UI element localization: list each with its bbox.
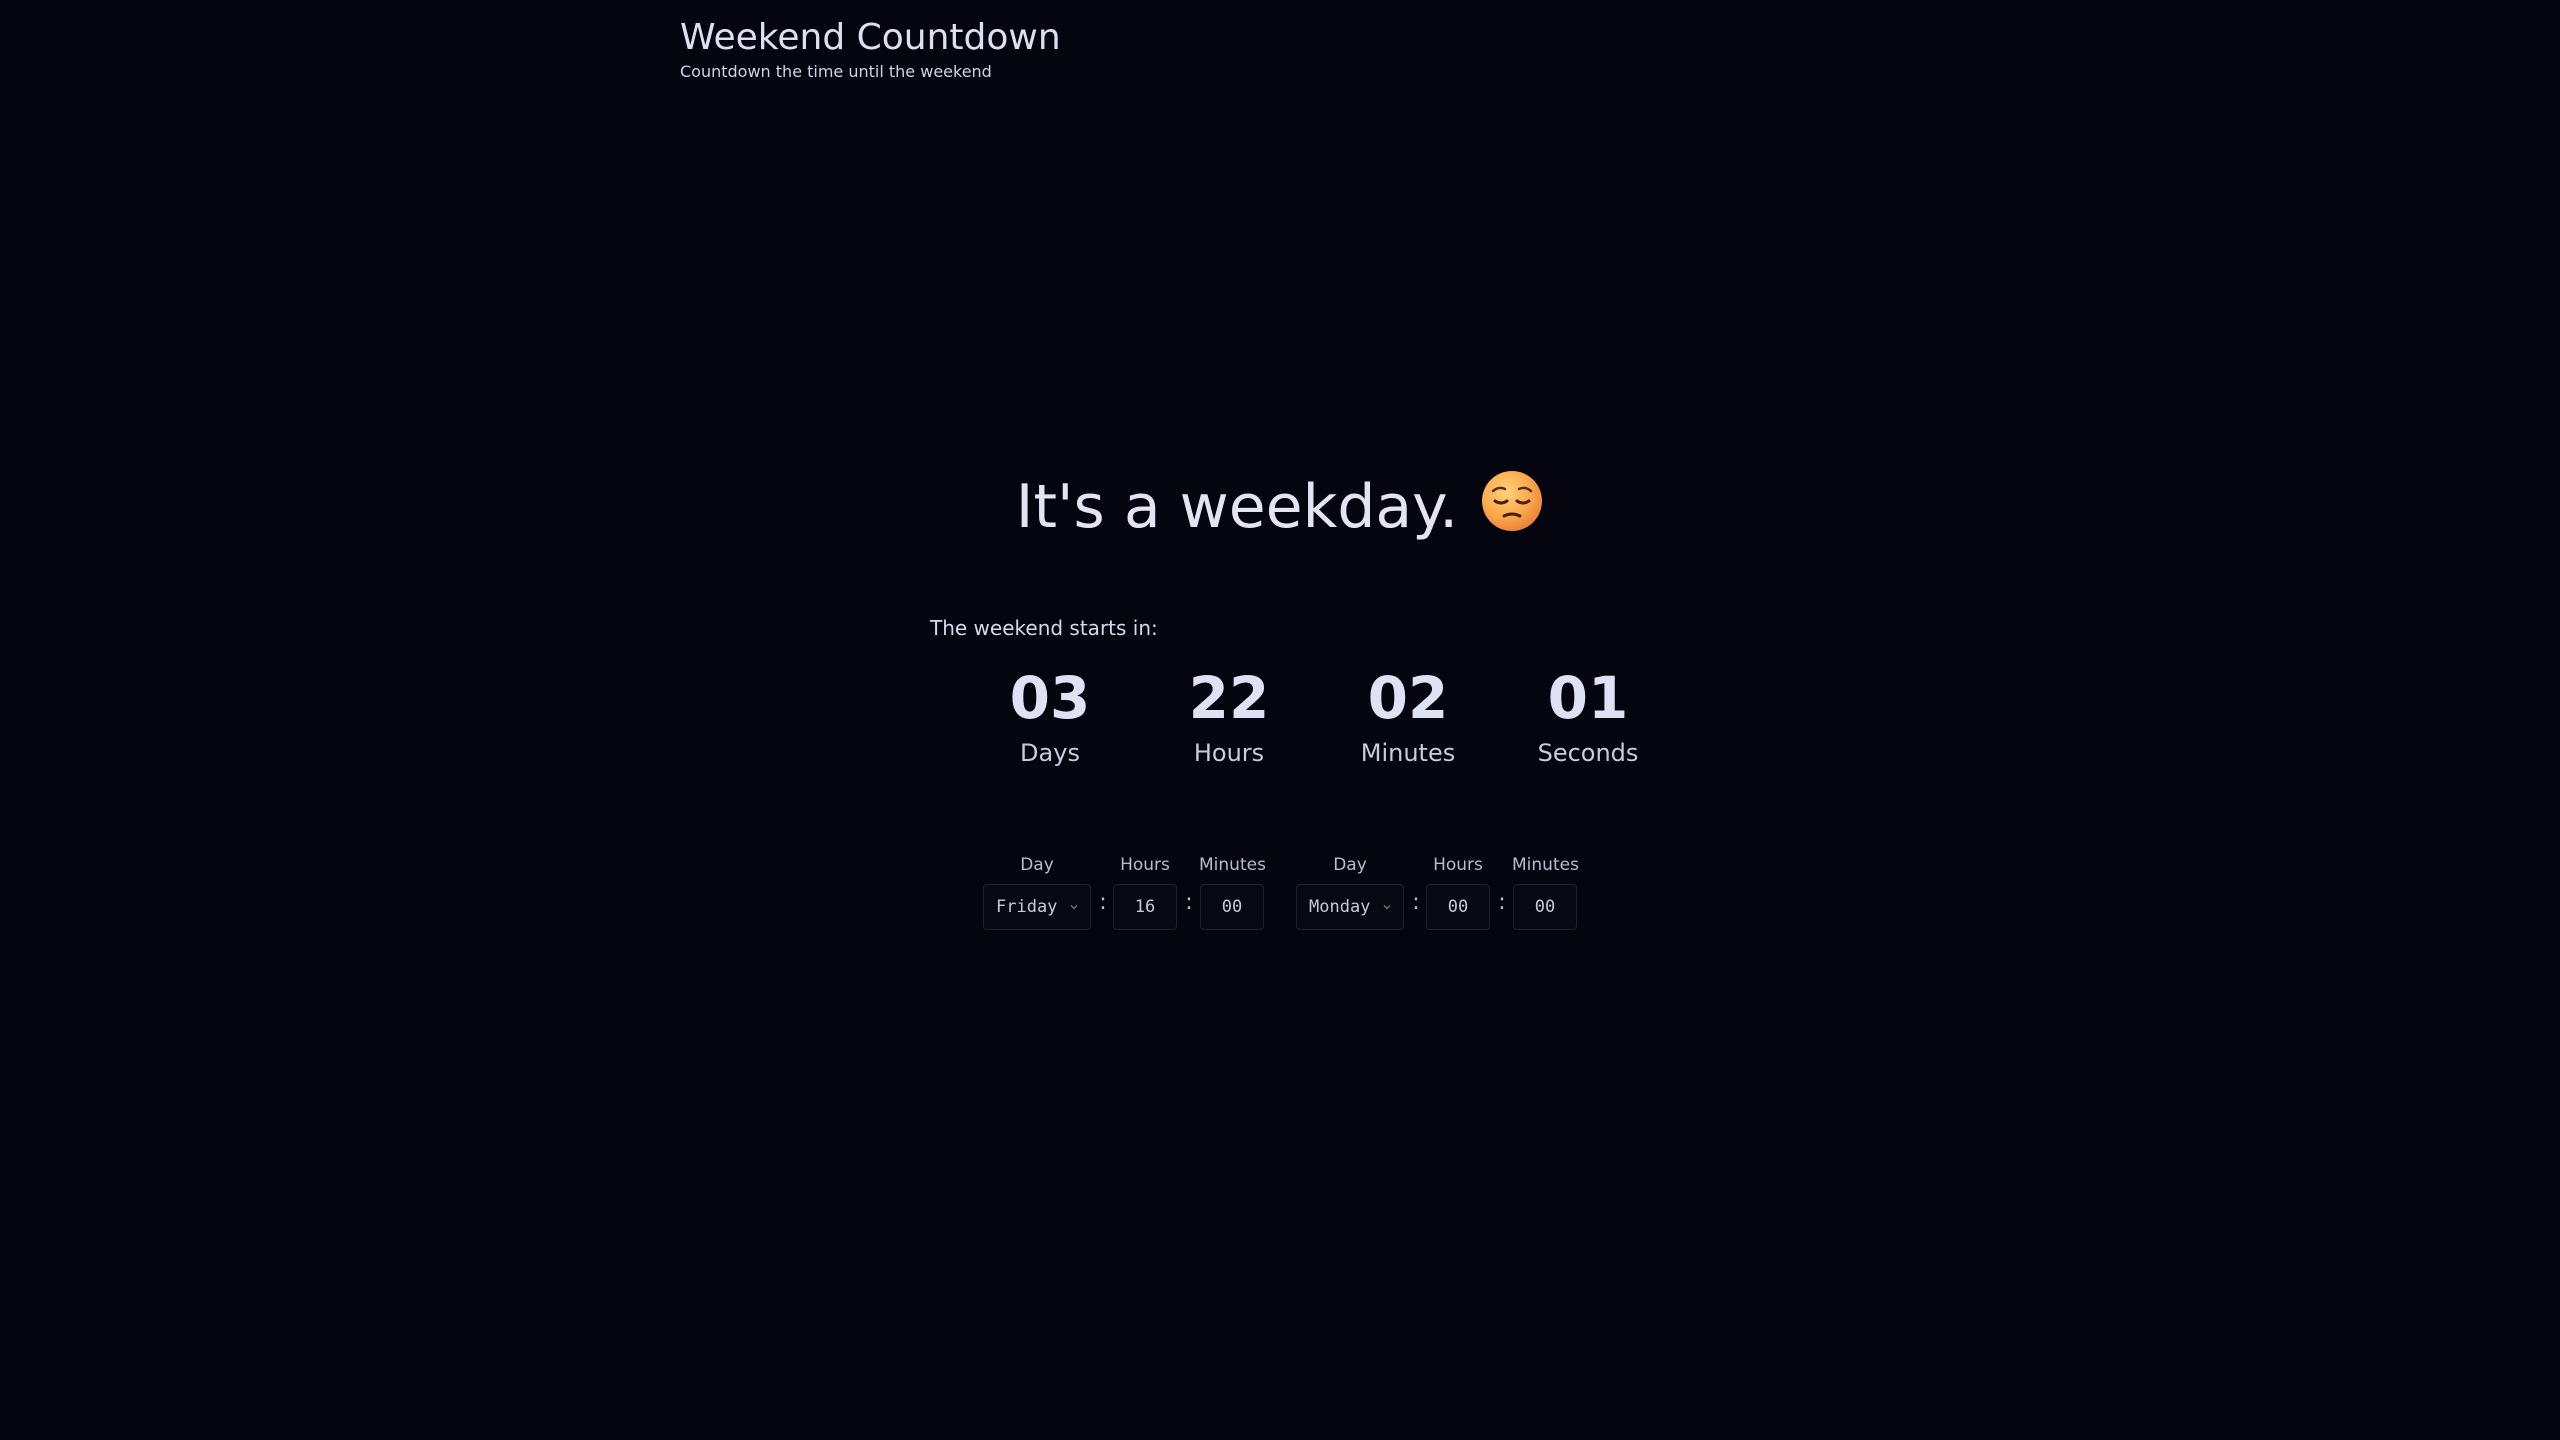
app-subtitle: Countdown the time until the weekend <box>680 62 992 81</box>
end-day-label: Day <box>1333 855 1367 875</box>
end-day-value: Monday <box>1309 897 1371 917</box>
weekend-end-selector: Day Monday : Hours 00 : Minutes 00 <box>1296 852 1579 932</box>
days-value: 03 <box>1009 664 1091 732</box>
app-title: Weekend Countdown <box>680 17 1061 58</box>
start-hours-input[interactable]: 16 <box>1113 884 1177 930</box>
end-hours-label: Hours <box>1433 855 1483 875</box>
end-day-select[interactable]: Monday <box>1296 884 1404 930</box>
hours-value: 22 <box>1188 664 1270 732</box>
days-label: Days <box>1020 739 1080 767</box>
chevron-down-icon <box>1383 905 1391 910</box>
end-minutes-input[interactable]: 00 <box>1513 884 1577 930</box>
countdown-label: The weekend starts in: <box>930 616 1158 640</box>
time-separator: : <box>1099 890 1107 915</box>
end-minutes-field: Minutes 00 <box>1512 852 1579 930</box>
countdown-seconds: 01 Seconds <box>1498 658 1678 768</box>
pensive-face-icon <box>1482 471 1543 531</box>
end-minutes-label: Minutes <box>1512 855 1579 875</box>
countdown-timer: 03 Days 22 Hours 02 Minutes 01 Seconds <box>960 658 1660 778</box>
status-text: It's a weekday. <box>1015 472 1459 542</box>
seconds-value: 01 <box>1547 664 1629 732</box>
hours-label: Hours <box>1193 739 1265 767</box>
start-day-select[interactable]: Friday <box>983 884 1091 930</box>
start-minutes-input[interactable]: 00 <box>1200 884 1264 930</box>
start-minutes-field: Minutes 00 <box>1199 852 1266 930</box>
page: Weekend Countdown Countdown the time unt… <box>0 0 2560 1440</box>
countdown-hours: 22 Hours <box>1139 658 1319 768</box>
countdown-minutes: 02 Minutes <box>1318 658 1498 768</box>
status-message: It's a weekday. <box>0 462 2560 552</box>
time-separator: : <box>1412 890 1420 915</box>
start-hours-label: Hours <box>1120 855 1170 875</box>
seconds-label: Seconds <box>1537 739 1639 767</box>
minutes-label: Minutes <box>1360 739 1456 767</box>
time-separator: : <box>1185 890 1193 915</box>
time-separator: : <box>1498 890 1506 915</box>
chevron-down-icon <box>1070 905 1078 910</box>
end-hours-input[interactable]: 00 <box>1426 884 1490 930</box>
start-hours-field: Hours 16 <box>1113 852 1177 930</box>
weekend-start-selector: Day Friday : Hours 16 : Minutes 00 <box>983 852 1266 932</box>
minutes-value: 02 <box>1367 664 1449 732</box>
start-day-value: Friday <box>996 897 1058 917</box>
countdown-days: 03 Days <box>960 658 1140 768</box>
start-day-label: Day <box>1020 855 1054 875</box>
end-hours-field: Hours 00 <box>1426 852 1490 930</box>
start-day-field: Day Friday <box>983 852 1091 930</box>
end-day-field: Day Monday <box>1296 852 1404 930</box>
header: Weekend Countdown Countdown the time unt… <box>680 14 1061 82</box>
start-minutes-label: Minutes <box>1199 855 1266 875</box>
